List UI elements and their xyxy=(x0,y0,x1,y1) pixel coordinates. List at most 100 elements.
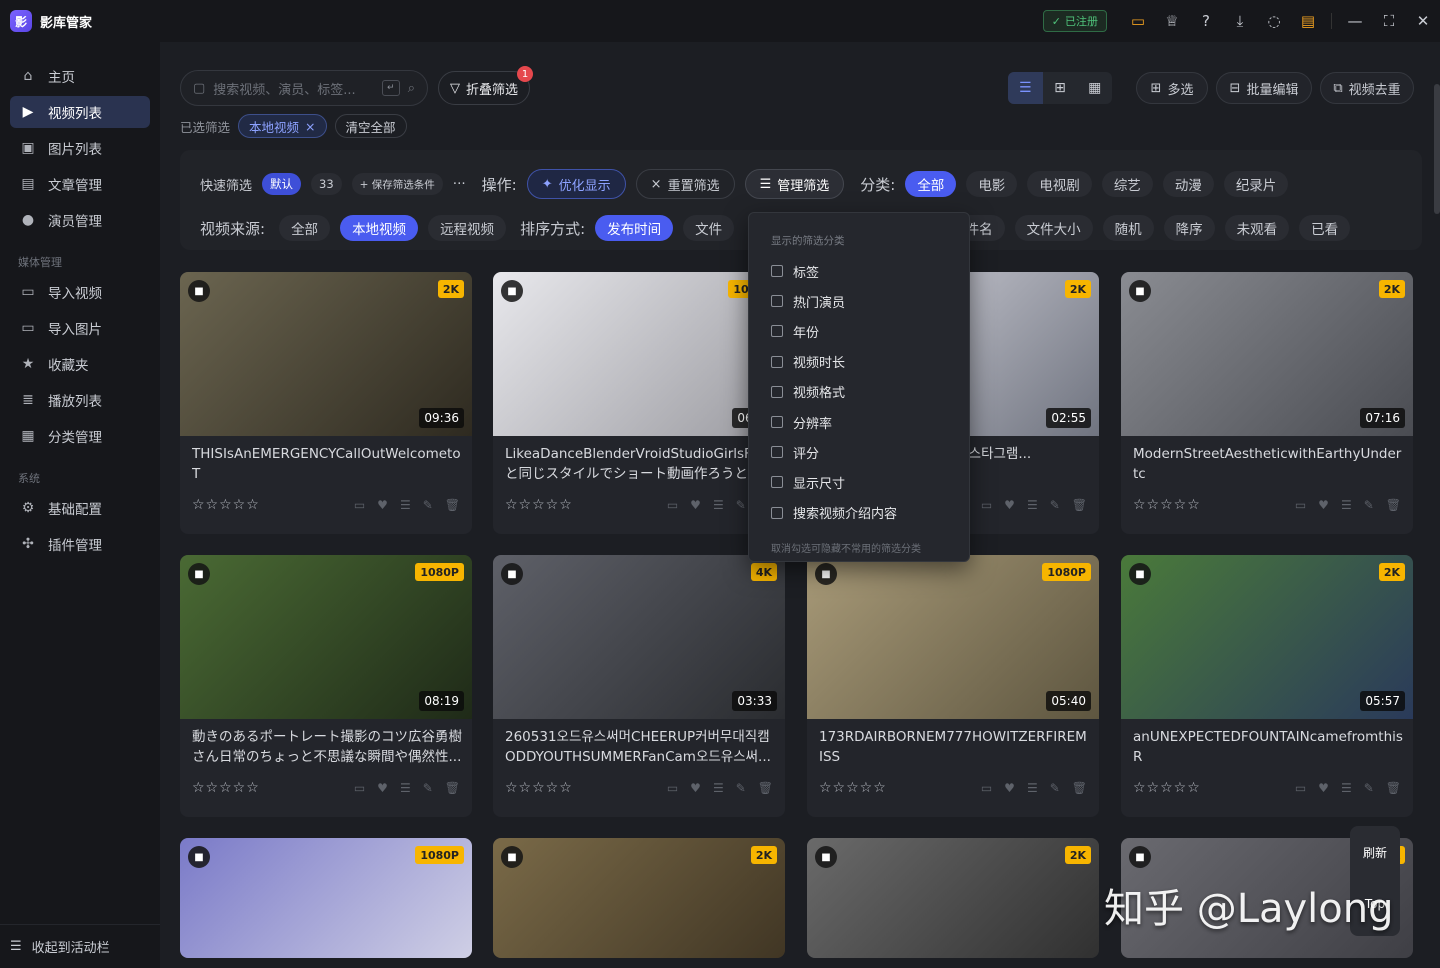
edit-icon[interactable]: ✎ xyxy=(736,781,746,795)
heart-icon[interactable]: ♥ xyxy=(1318,498,1329,512)
fold-filter-button[interactable]: ▽ 折叠筛选 1 xyxy=(438,66,533,105)
clear-all-button[interactable]: 清空全部 xyxy=(334,114,407,138)
list-icon[interactable]: ☰ xyxy=(400,781,411,795)
subtitle-icon[interactable]: ▭ xyxy=(1295,498,1306,512)
dedupe-button[interactable]: ⧉ 视频去重 xyxy=(1320,72,1414,104)
quick-filter-count[interactable]: 33 xyxy=(311,173,342,195)
video-thumbnail[interactable]: ■ 1080P xyxy=(180,838,472,958)
sort-filesize[interactable]: 文件大小 xyxy=(1014,215,1093,241)
manage-filter-button[interactable]: ☰ 管理筛选 xyxy=(744,169,845,199)
checkbox[interactable] xyxy=(771,385,783,398)
heart-icon[interactable]: ♥ xyxy=(1318,781,1329,795)
trophy-icon[interactable]: ♕ xyxy=(1155,0,1189,42)
grid-view-icon[interactable]: ⊞ xyxy=(1043,72,1078,104)
close-icon[interactable]: × xyxy=(305,119,315,134)
filter-category-option[interactable]: 评分 xyxy=(749,437,969,467)
video-card[interactable]: ■ 2K xyxy=(807,838,1099,958)
filter-category-option[interactable]: 视频格式 xyxy=(749,377,969,407)
heart-icon[interactable]: ♥ xyxy=(377,498,388,512)
trash-icon[interactable]: ▤ xyxy=(1291,0,1325,42)
checkbox[interactable] xyxy=(771,416,783,429)
video-card[interactable]: ■ 2K xyxy=(493,838,785,958)
more-icon[interactable]: ··· xyxy=(453,176,466,192)
edit-icon[interactable]: ✎ xyxy=(1050,781,1060,795)
heart-icon[interactable]: ♥ xyxy=(377,781,388,795)
video-thumbnail[interactable]: ■1080P06:12 xyxy=(493,272,785,436)
optimize-display-button[interactable]: ✦ 优化显示 xyxy=(526,169,626,199)
help-icon[interactable]: ? xyxy=(1189,0,1223,42)
checkbox[interactable] xyxy=(771,506,783,519)
video-card[interactable]: ■ 4K 03:33 260531오드유스써머CHEERUP커버무대직캠ODDYOUT… xyxy=(493,555,785,817)
subtitle-icon[interactable]: ▭ xyxy=(667,498,678,512)
search-icon[interactable]: ⌕ xyxy=(408,81,415,96)
video-thumbnail[interactable]: ■ 4K 03:33 xyxy=(493,555,785,719)
sort-publish-time[interactable]: 发布时间 xyxy=(595,215,674,241)
list-icon[interactable]: ☰ xyxy=(1027,498,1038,512)
sort-file[interactable]: 文件 xyxy=(683,215,735,241)
category-tv[interactable]: 电视剧 xyxy=(1027,171,1092,197)
search-box[interactable]: ▢ 搜索视频、演员、标签... ↵ ⌕ xyxy=(180,70,428,106)
sidebar-item-import-video[interactable]: ▭ 导入视频 xyxy=(10,276,150,308)
checkbox[interactable] xyxy=(771,355,783,368)
list-view-icon[interactable]: ☰ xyxy=(1008,72,1043,104)
quick-filter-default[interactable]: 默认 xyxy=(262,173,302,195)
subtitle-icon[interactable]: ▭ xyxy=(354,781,365,795)
checkbox[interactable] xyxy=(771,325,783,338)
delete-icon[interactable]: 🗑 xyxy=(1072,498,1087,512)
delete-icon[interactable]: 🗑 xyxy=(1072,781,1087,795)
edit-icon[interactable]: ✎ xyxy=(736,498,746,512)
sidebar-item-plugins[interactable]: ✣ 插件管理 xyxy=(10,528,150,560)
video-card[interactable]: ■1080P06:12 LikeaDanceBlenderVroidStudioG… xyxy=(493,272,785,534)
close-icon[interactable]: ✕ xyxy=(1406,0,1440,42)
minimize-icon[interactable]: — xyxy=(1338,0,1372,42)
checkbox[interactable] xyxy=(771,265,783,278)
list-icon[interactable]: ☰ xyxy=(1341,781,1352,795)
filter-category-option[interactable]: 视频时长 xyxy=(749,347,969,377)
sidebar-item-categories[interactable]: ▦ 分类管理 xyxy=(10,420,150,452)
video-thumbnail[interactable]: ■ 2K xyxy=(807,838,1099,958)
checkbox[interactable] xyxy=(771,476,783,489)
video-title[interactable]: ModernStreetAestheticwithEarthyUndertc xyxy=(1133,444,1403,484)
sidebar-item-image-list[interactable]: ▣ 图片列表 xyxy=(10,132,150,164)
edit-icon[interactable]: ✎ xyxy=(1364,498,1374,512)
edit-icon[interactable]: ✎ xyxy=(1364,781,1374,795)
rating-stars[interactable]: ☆☆☆☆☆ xyxy=(505,497,573,513)
source-local[interactable]: 本地视频 xyxy=(340,215,419,241)
list-icon[interactable]: ☰ xyxy=(1027,781,1038,795)
heart-icon[interactable]: ♥ xyxy=(1004,781,1015,795)
reset-filter-button[interactable]: × 重置筛选 xyxy=(635,169,735,199)
category-documentary[interactable]: 纪录片 xyxy=(1223,171,1289,197)
sidebar-item-home[interactable]: ⌂ 主页 xyxy=(10,60,150,92)
sort-watched[interactable]: 已看 xyxy=(1299,215,1351,241)
refresh-button[interactable]: 刷新 xyxy=(1363,844,1387,861)
category-anime[interactable]: 动漫 xyxy=(1162,171,1214,197)
compact-grid-view-icon[interactable]: ▦ xyxy=(1077,72,1112,104)
subtitle-icon[interactable]: ▭ xyxy=(981,781,992,795)
filter-category-option[interactable]: 搜索视频介绍内容 xyxy=(749,498,969,528)
sidebar-item-articles[interactable]: ▤ 文章管理 xyxy=(10,168,150,200)
video-card[interactable]: ■ 1080P xyxy=(180,838,472,958)
video-title[interactable]: anUNEXPECTEDFOUNTAINcamefromthisR xyxy=(1133,727,1403,767)
category-movie[interactable]: 电影 xyxy=(966,171,1018,197)
rating-stars[interactable]: ☆☆☆☆☆ xyxy=(819,780,887,796)
edit-icon[interactable]: ✎ xyxy=(423,781,433,795)
sidebar-item-favorites[interactable]: ★ 收藏夹 xyxy=(10,348,150,380)
video-thumbnail[interactable]: ■ 1080P 05:40 xyxy=(807,555,1099,719)
multi-select-button[interactable]: ⊞ 多选 xyxy=(1136,72,1208,104)
sidebar-item-video-list[interactable]: ▶ 视频列表 xyxy=(10,96,150,128)
filter-category-option[interactable]: 标签 xyxy=(749,256,969,286)
video-card[interactable]: ■ 2K 07:16 ModernStreetAestheticwithEarthyU… xyxy=(1121,272,1413,534)
video-card[interactable]: ■ 2K 09:36 THISIsAnEMERGENCYCallOutWelcomet… xyxy=(180,272,472,534)
source-remote[interactable]: 远程视频 xyxy=(428,215,507,241)
video-thumbnail[interactable]: ■ 2K xyxy=(493,838,785,958)
rating-stars[interactable]: ☆☆☆☆☆ xyxy=(1133,780,1201,796)
video-title[interactable]: 動きのあるポートレート撮影のコツ広谷勇樹さん日常のちょっと不思議な瞬間や偶然性.… xyxy=(192,727,462,767)
scrollbar[interactable] xyxy=(1434,84,1440,214)
list-icon[interactable]: ☰ xyxy=(713,781,724,795)
video-card[interactable]: ■ 1080P 05:40 173RDAIRBORNEM777HOWITZERFIRE… xyxy=(807,555,1099,817)
registered-badge[interactable]: ✓ 已注册 xyxy=(1042,10,1107,32)
delete-icon[interactable]: 🗑 xyxy=(445,781,460,795)
list-icon[interactable]: ☰ xyxy=(400,498,411,512)
video-title[interactable]: 173RDAIRBORNEM777HOWITZERFIREMISS xyxy=(819,727,1089,767)
delete-icon[interactable]: 🗑 xyxy=(1386,498,1401,512)
